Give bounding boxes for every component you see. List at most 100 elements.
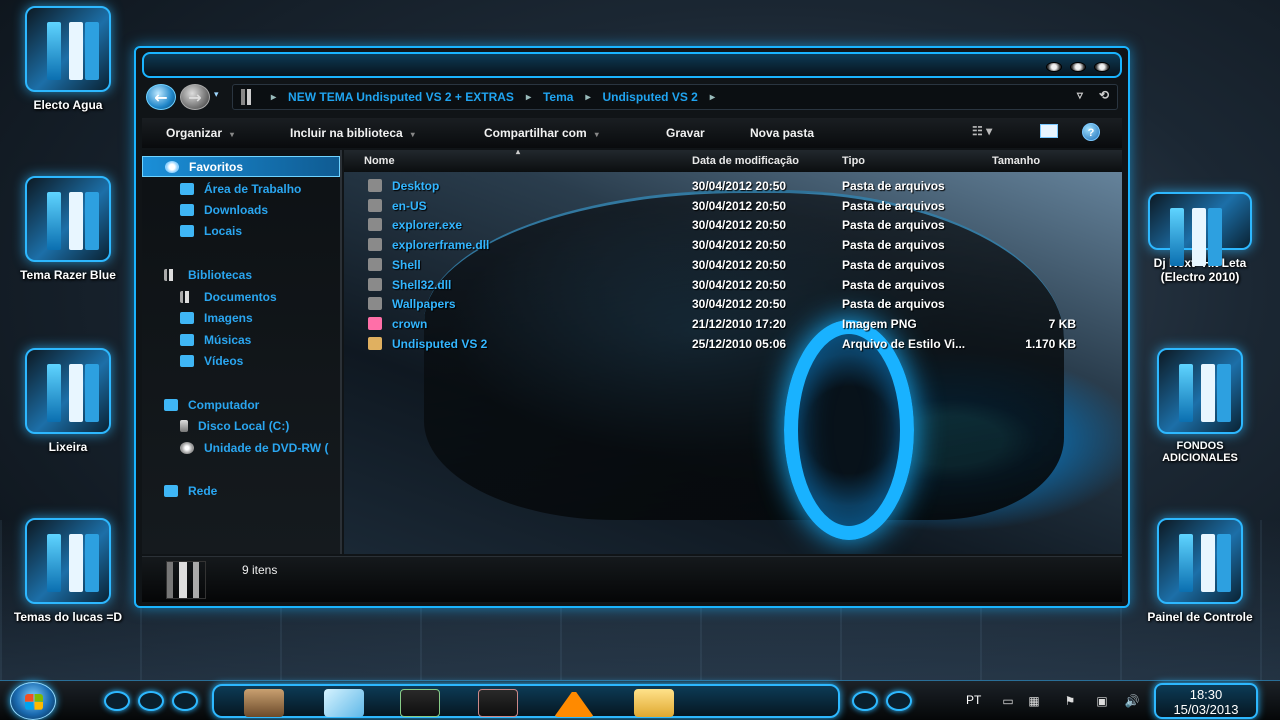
sidebar-item-documentos[interactable]: Documentos (142, 286, 340, 307)
desktop-icon-dj-next[interactable]: Dj Next- Hit Leta (Electro 2010) (1138, 192, 1262, 284)
file-row[interactable]: crown 21/12/2010 17:20 Imagem PNG 7 KB (344, 314, 1122, 333)
column-header-size[interactable]: Tamanho (992, 155, 1040, 167)
wallpaper-wheel-image (784, 320, 914, 540)
clock[interactable]: 18:30 15/03/2013 (1154, 683, 1258, 719)
column-header-name[interactable]: Nome (364, 155, 395, 167)
app-icon-terminal[interactable] (400, 689, 440, 717)
new-folder-button[interactable]: Nova pasta (750, 126, 814, 140)
chevron-right-icon[interactable]: ▸ (271, 92, 276, 103)
preview-pane-icon[interactable] (1040, 124, 1058, 138)
sidebar-item-bibliotecas[interactable]: Bibliotecas (142, 264, 340, 285)
quick-launch-button[interactable] (852, 691, 878, 711)
back-button[interactable]: ← (146, 84, 176, 110)
sidebar-item-dvd-rw[interactable]: Unidade de DVD-RW ( (142, 437, 340, 458)
chevron-down-icon: ▾ (594, 130, 599, 139)
language-indicator[interactable]: PT (966, 693, 981, 707)
folder-icon (368, 198, 382, 212)
organize-button[interactable]: Organizar ▾ (166, 126, 234, 140)
column-header-type[interactable]: Tipo (842, 155, 865, 167)
file-row[interactable]: Shell32.dll 30/04/2012 20:50 Pasta de arqu… (344, 275, 1122, 294)
sidebar-item-computador[interactable]: Computador (142, 394, 340, 415)
sidebar-item-musicas[interactable]: Músicas (142, 329, 340, 350)
taskbar-apps (212, 684, 840, 718)
breadcrumb-item[interactable]: Tema (543, 90, 573, 104)
folder-icon (241, 89, 255, 105)
sidebar-item-favoritos[interactable]: Favoritos (142, 156, 340, 177)
address-bar[interactable]: ▸ NEW TEMA Undisputed VS 2 + EXTRAS ▸ Te… (232, 84, 1118, 110)
app-icon-character[interactable] (244, 689, 284, 717)
quick-launch-button[interactable] (138, 691, 164, 711)
chevron-right-icon[interactable]: ▸ (526, 92, 531, 103)
network-icon[interactable]: ▣ (1094, 694, 1110, 708)
app-icon-glass[interactable] (324, 689, 364, 717)
sidebar-item-area-de-trabalho[interactable]: Área de Trabalho (142, 178, 340, 199)
command-bar: Organizar ▾ Incluir na biblioteca ▾ Compar… (142, 118, 1122, 148)
help-icon[interactable]: ? (1082, 123, 1100, 141)
keyboard-icon[interactable]: ▭ (1000, 694, 1016, 708)
details-pane: 9 itens (142, 556, 1122, 602)
file-row[interactable]: en-US 30/04/2012 20:50 Pasta de arquivos (344, 196, 1122, 215)
start-button[interactable] (10, 682, 56, 720)
quick-launch-button[interactable] (886, 691, 912, 711)
volume-icon[interactable]: 🔊 (1124, 694, 1140, 708)
app-icon-media[interactable] (478, 689, 518, 717)
folder-icon (368, 277, 382, 291)
pictures-icon (180, 311, 194, 324)
folder-icon[interactable] (634, 689, 674, 717)
desktop-icon-lixeira[interactable]: Lixeira (8, 348, 128, 454)
desktop-icon-tema-razer-blue[interactable]: Tema Razer Blue (8, 176, 128, 282)
desktop-icon-label: Painel de Controle (1147, 610, 1253, 624)
column-header-date[interactable]: Data de modificação (692, 155, 799, 167)
minimize-button[interactable] (1046, 62, 1062, 72)
file-type: Pasta de arquivos (842, 218, 945, 233)
view-options-icon[interactable]: ☷ ▾ (972, 124, 992, 138)
close-button[interactable] (1094, 62, 1110, 72)
keyboard-layout-icon[interactable]: ▦ (1026, 694, 1042, 708)
file-list-pane[interactable]: ▴ Nome Data de modificação Tipo Tamanho … (344, 150, 1122, 554)
item-count: 9 itens (242, 563, 278, 577)
breadcrumb-item[interactable]: NEW TEMA Undisputed VS 2 + EXTRAS (288, 90, 514, 104)
flag-icon[interactable]: ⚑ (1062, 694, 1078, 708)
chevron-right-icon[interactable]: ▸ (710, 92, 715, 103)
refresh-icon[interactable]: ⟲ (1099, 88, 1109, 102)
recent-pages-dropdown[interactable]: ▾ (214, 90, 219, 100)
share-button[interactable]: Compartilhar com ▾ (484, 126, 599, 140)
chevron-right-icon[interactable]: ▸ (585, 92, 590, 103)
file-name: explorerframe.dll (392, 238, 490, 253)
sidebar-item-label: Disco Local (C:) (198, 418, 290, 433)
breadcrumb-item[interactable]: Undisputed VS 2 (602, 90, 697, 104)
sidebar-item-label: Área de Trabalho (204, 181, 302, 196)
sidebar-item-rede[interactable]: Rede (142, 480, 340, 501)
quick-launch-button[interactable] (104, 691, 130, 711)
file-row[interactable]: Wallpapers 30/04/2012 20:50 Pasta de arqui… (344, 294, 1122, 313)
sidebar-item-videos[interactable]: Vídeos (142, 350, 340, 371)
title-bar[interactable] (142, 52, 1122, 78)
file-date: 30/04/2012 20:50 (692, 198, 787, 213)
vlc-icon[interactable] (554, 689, 594, 717)
file-row[interactable]: explorerframe.dll 30/04/2012 20:50 Pasta d… (344, 235, 1122, 254)
file-name: Desktop (392, 179, 440, 193)
desktop-icon-temas-do-lucas[interactable]: Temas do lucas =D (8, 518, 128, 624)
file-row[interactable]: Desktop 30/04/2012 20:50 Pasta de arquivos (344, 176, 1122, 195)
sidebar-item-imagens[interactable]: Imagens (142, 307, 340, 328)
burn-button[interactable]: Gravar (666, 126, 705, 140)
include-library-button[interactable]: Incluir na biblioteca ▾ (290, 126, 415, 140)
file-row[interactable]: explorer.exe 30/04/2012 20:50 Pasta de arq… (344, 215, 1122, 234)
maximize-button[interactable] (1070, 62, 1086, 72)
library-icon (164, 268, 178, 281)
chevron-down-icon[interactable]: ▿ (1077, 88, 1083, 102)
navigation-pane: Favoritos Área de Trabalho Downloads Loc… (142, 150, 342, 554)
file-row[interactable]: Undisputed VS 2 25/12/2010 05:06 Arquivo d… (344, 334, 1122, 353)
sidebar-item-label: Favoritos (189, 159, 244, 174)
desktop-icon-painel-de-controle[interactable]: Painel de Controle (1138, 518, 1262, 624)
file-row[interactable]: Shell 30/04/2012 20:50 Pasta de arquivos (344, 255, 1122, 274)
sidebar-item-downloads[interactable]: Downloads (142, 199, 340, 220)
folder-icon (368, 257, 382, 271)
quick-launch-button[interactable] (172, 691, 198, 711)
desktop-icon-fondos-adicionales[interactable]: FONDOS ADICIONALES (1138, 348, 1262, 464)
sidebar-item-locais[interactable]: Locais (142, 220, 340, 241)
sidebar-item-disco-local[interactable]: Disco Local (C:) (142, 415, 340, 436)
forward-button[interactable]: → (180, 84, 210, 110)
desktop-icon-electo-agua[interactable]: Electo Agua (8, 6, 128, 112)
arrow-right-icon: → (188, 87, 202, 107)
